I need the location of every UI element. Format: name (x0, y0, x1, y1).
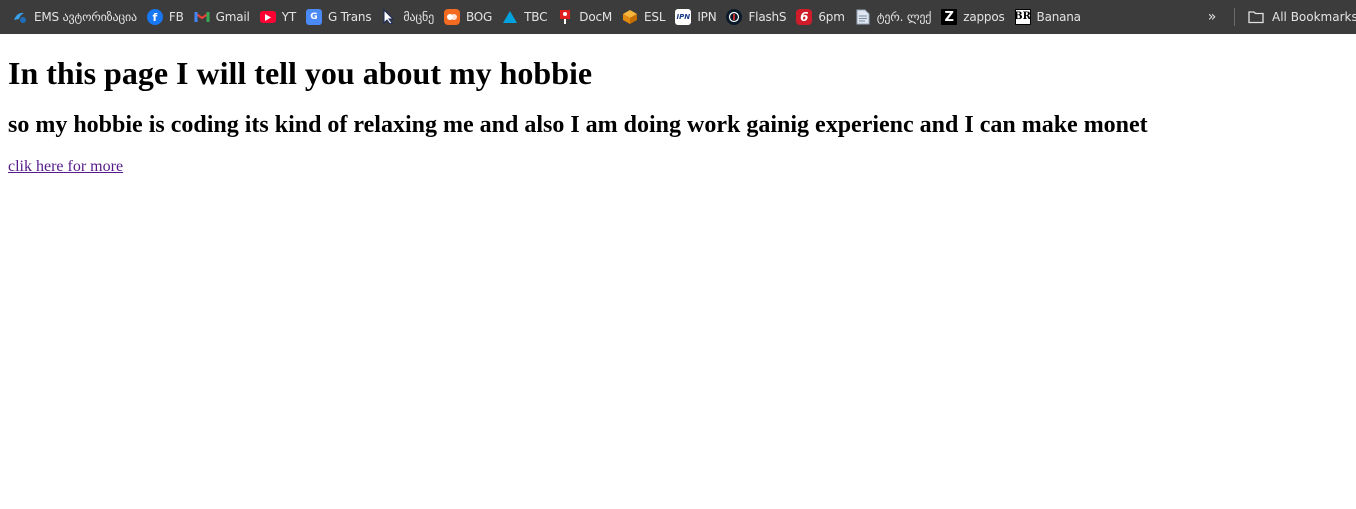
flashscore-icon (726, 9, 743, 25)
bookmark-label: Gmail (215, 10, 250, 24)
bookmark-flashs[interactable]: FlashS (722, 4, 790, 30)
bookmarks-overflow-button[interactable]: » (1202, 4, 1222, 30)
more-link[interactable]: clik here for more (8, 158, 123, 176)
bookmark-docm[interactable]: DocM (553, 4, 616, 30)
page-heading: In this page I will tell you about my ho… (8, 55, 593, 91)
bookmark-yt[interactable]: YT (256, 4, 300, 30)
bookmark-label: G Trans (327, 10, 372, 24)
document-icon (855, 9, 871, 25)
bookmark-label: BOG (465, 10, 493, 24)
bookmark-label: 6pm (818, 10, 845, 24)
bookmark-gmail[interactable]: Gmail (190, 4, 254, 30)
bookmark-label: TBC (524, 10, 548, 24)
bookmark-6pm[interactable]: 6 6pm (792, 4, 848, 30)
bookmark-ipn[interactable]: IPN IPN (671, 4, 720, 30)
facebook-icon: f (146, 9, 163, 25)
bookmark-esl[interactable]: ESL (618, 4, 669, 30)
bookmark-banana[interactable]: BR Banana (1011, 4, 1085, 30)
bookmark-zappos[interactable]: Z zappos (937, 4, 1008, 30)
all-bookmarks-label: All Bookmarks (1272, 10, 1356, 24)
banana-republic-icon: BR (1014, 9, 1031, 25)
bookmark-label: EMS ავტორიზაცია (34, 10, 137, 24)
ems-logo-icon (12, 9, 28, 25)
bookmark-label: Banana (1036, 10, 1082, 24)
docm-pin-icon (557, 9, 573, 25)
toolbar-divider (1234, 8, 1235, 26)
ipn-icon: IPN (675, 9, 692, 25)
6pm-icon: 6 (796, 9, 813, 25)
google-translate-icon: G (305, 9, 322, 25)
bookmark-label: ESL (644, 10, 666, 24)
esl-box-icon (622, 9, 638, 25)
bookmark-ems[interactable]: EMS ავტორიზაცია (8, 4, 141, 30)
bookmark-matsne[interactable]: მაცნე (377, 4, 438, 30)
tbc-triangle-icon (502, 9, 518, 25)
page-content: In this page I will tell you about my ho… (8, 34, 1348, 176)
bookmark-label: FlashS (748, 10, 787, 24)
bog-bank-icon (443, 9, 460, 25)
bookmarks-bar: EMS ავტორიზაცია f FB Gmail YT G G Trans … (0, 0, 1356, 34)
bookmark-ter-lek[interactable]: ტერ. ლექ (851, 4, 936, 30)
bookmark-gtrans[interactable]: G G Trans (302, 4, 375, 30)
bookmark-label: მაცნე (403, 10, 434, 24)
bookmark-label: IPN (697, 10, 717, 24)
folder-icon (1248, 11, 1264, 24)
bookmark-tbc[interactable]: TBC (498, 4, 551, 30)
zappos-z-icon: Z (941, 9, 958, 25)
gmail-icon (194, 9, 210, 25)
page-subheading: so my hobbie is coding its kind of relax… (8, 112, 1148, 138)
youtube-icon (259, 11, 276, 23)
bookmark-fb[interactable]: f FB (143, 4, 188, 30)
cursor-arrow-icon (381, 9, 397, 25)
bookmark-label: zappos (963, 10, 1005, 24)
bookmark-label: YT (281, 10, 296, 24)
all-bookmarks-button[interactable]: All Bookmarks (1248, 4, 1356, 30)
bookmark-label: ტერ. ლექ (876, 10, 932, 24)
chevron-double-right-icon: » (1207, 9, 1217, 25)
bookmark-label: DocM (579, 10, 613, 24)
bookmark-label: FB (168, 10, 184, 24)
bookmark-bog[interactable]: BOG (440, 4, 496, 30)
